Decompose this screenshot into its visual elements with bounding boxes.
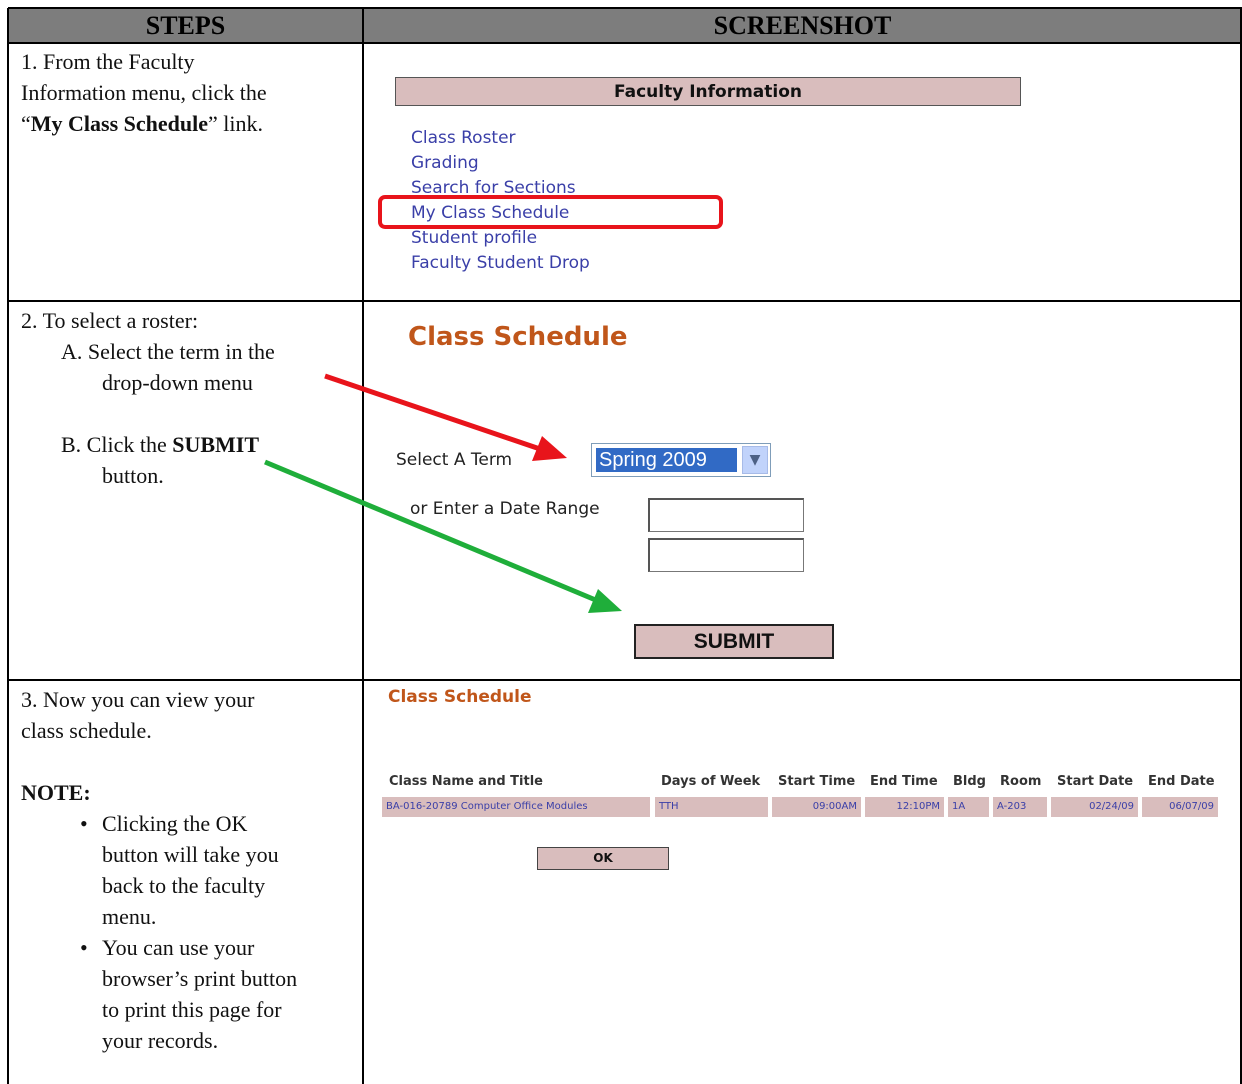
left-border [7, 8, 9, 1084]
link-class-roster[interactable]: Class Roster [411, 126, 516, 151]
link-student-profile[interactable]: Student profile [411, 226, 537, 251]
note2-l2: browser’s print button [102, 966, 298, 991]
chevron-down-icon[interactable]: ▼ [742, 446, 768, 474]
step1-line1: 1. From the Faculty [21, 49, 195, 74]
step2-text: 2. To select a roster: A. Select the ter… [21, 305, 275, 491]
submit-button[interactable]: SUBMIT [634, 624, 834, 659]
ok-button[interactable]: OK [537, 847, 669, 870]
col-end-time: End Time [870, 774, 938, 789]
col-days: Days of Week [661, 774, 761, 789]
step1-bold: My Class Schedule [30, 111, 209, 136]
note1-l2: button will take you [102, 842, 279, 867]
step1-text: 1. From the Faculty Information menu, cl… [21, 46, 267, 139]
note-label: NOTE: [21, 780, 91, 805]
col-end-date: End Date [1148, 774, 1215, 789]
col-room: Room [1000, 774, 1042, 789]
highlight-box [378, 195, 723, 229]
step3-line2: class schedule. [21, 718, 152, 743]
cell-start-date: 02/24/09 [1051, 797, 1138, 817]
note-list: • Clicking the OK button will take you b… [21, 808, 297, 1056]
start-date-input[interactable] [648, 498, 804, 532]
faculty-info-bar: Faculty Information [395, 77, 1021, 106]
term-selected-value: Spring 2009 [596, 448, 737, 472]
note1-l1: Clicking the OK [102, 811, 248, 836]
steps-header: STEPS [8, 8, 363, 42]
step2-line1: 2. To select a roster: [21, 308, 199, 333]
select-term-label: Select A Term [396, 450, 513, 470]
col-bldg: Bldg [953, 774, 986, 789]
cell-days: TTH [655, 797, 768, 817]
date-range-label: or Enter a Date Range [410, 499, 600, 519]
note2-l3: to print this page for [102, 997, 282, 1022]
class-schedule-title: Class Schedule [408, 322, 628, 352]
step2-b-pre: B. Click the [61, 432, 173, 457]
note-bullet-1: • Clicking the OK button will take you b… [21, 808, 297, 932]
note1-l3: back to the faculty [102, 873, 266, 898]
link-search-sections[interactable]: Search for Sections [411, 176, 576, 195]
note1-l4: menu. [102, 904, 157, 929]
cell-room: A-203 [993, 797, 1047, 817]
col-start-date: Start Date [1057, 774, 1134, 789]
note2-l4: your records. [102, 1028, 219, 1053]
step2-b-line2: button. [102, 463, 164, 488]
step1-line3: “My Class Schedule” link. [21, 108, 267, 139]
red-arrow-head [532, 436, 567, 461]
row1-divider [8, 300, 1242, 302]
note-bullet-2: • You can use your browser’s print butto… [21, 932, 297, 1056]
step3-line1: 3. Now you can view your [21, 687, 255, 712]
top-border [8, 7, 1242, 9]
cell-bldg: 1A [948, 797, 989, 817]
link-grading[interactable]: Grading [411, 151, 479, 176]
term-select[interactable]: Spring 2009 ▼ [591, 443, 771, 477]
screenshot-header: SCREENSHOT [363, 8, 1242, 42]
end-date-input[interactable] [648, 538, 804, 572]
cell-end-date: 06/07/09 [1142, 797, 1218, 817]
red-arrow-line [324, 373, 541, 452]
header-divider [8, 42, 1242, 44]
step2-a-line1: A. Select the term in the [61, 339, 275, 364]
step3-text: 3. Now you can view your class schedule.… [21, 684, 297, 1056]
cell-class-name: BA-016-20789 Computer Office Modules [382, 797, 650, 817]
step2-b-line1: B. Click the SUBMIT [21, 429, 275, 460]
quote-open: “ [21, 111, 31, 136]
bullet-icon: • [80, 811, 88, 836]
green-arrow-head [588, 589, 622, 613]
schedule-title: Class Schedule [388, 687, 532, 707]
col-class-name: Class Name and Title [389, 774, 543, 789]
link-faculty-student-drop[interactable]: Faculty Student Drop [411, 251, 590, 276]
step1-rest: ” link. [208, 111, 264, 136]
column-divider [362, 8, 364, 1084]
cell-end-time: 12:10PM [865, 797, 944, 817]
step2-b-bold: SUBMIT [172, 432, 260, 457]
step1-line2: Information menu, click the [21, 80, 267, 105]
col-start-time: Start Time [778, 774, 856, 789]
bullet-icon: • [80, 935, 88, 960]
step2-a-line2: drop-down menu [102, 370, 253, 395]
note2-l1: You can use your [102, 935, 255, 960]
cell-start-time: 09:00AM [772, 797, 861, 817]
row2-divider [8, 679, 1242, 681]
green-arrow-line [264, 459, 599, 604]
